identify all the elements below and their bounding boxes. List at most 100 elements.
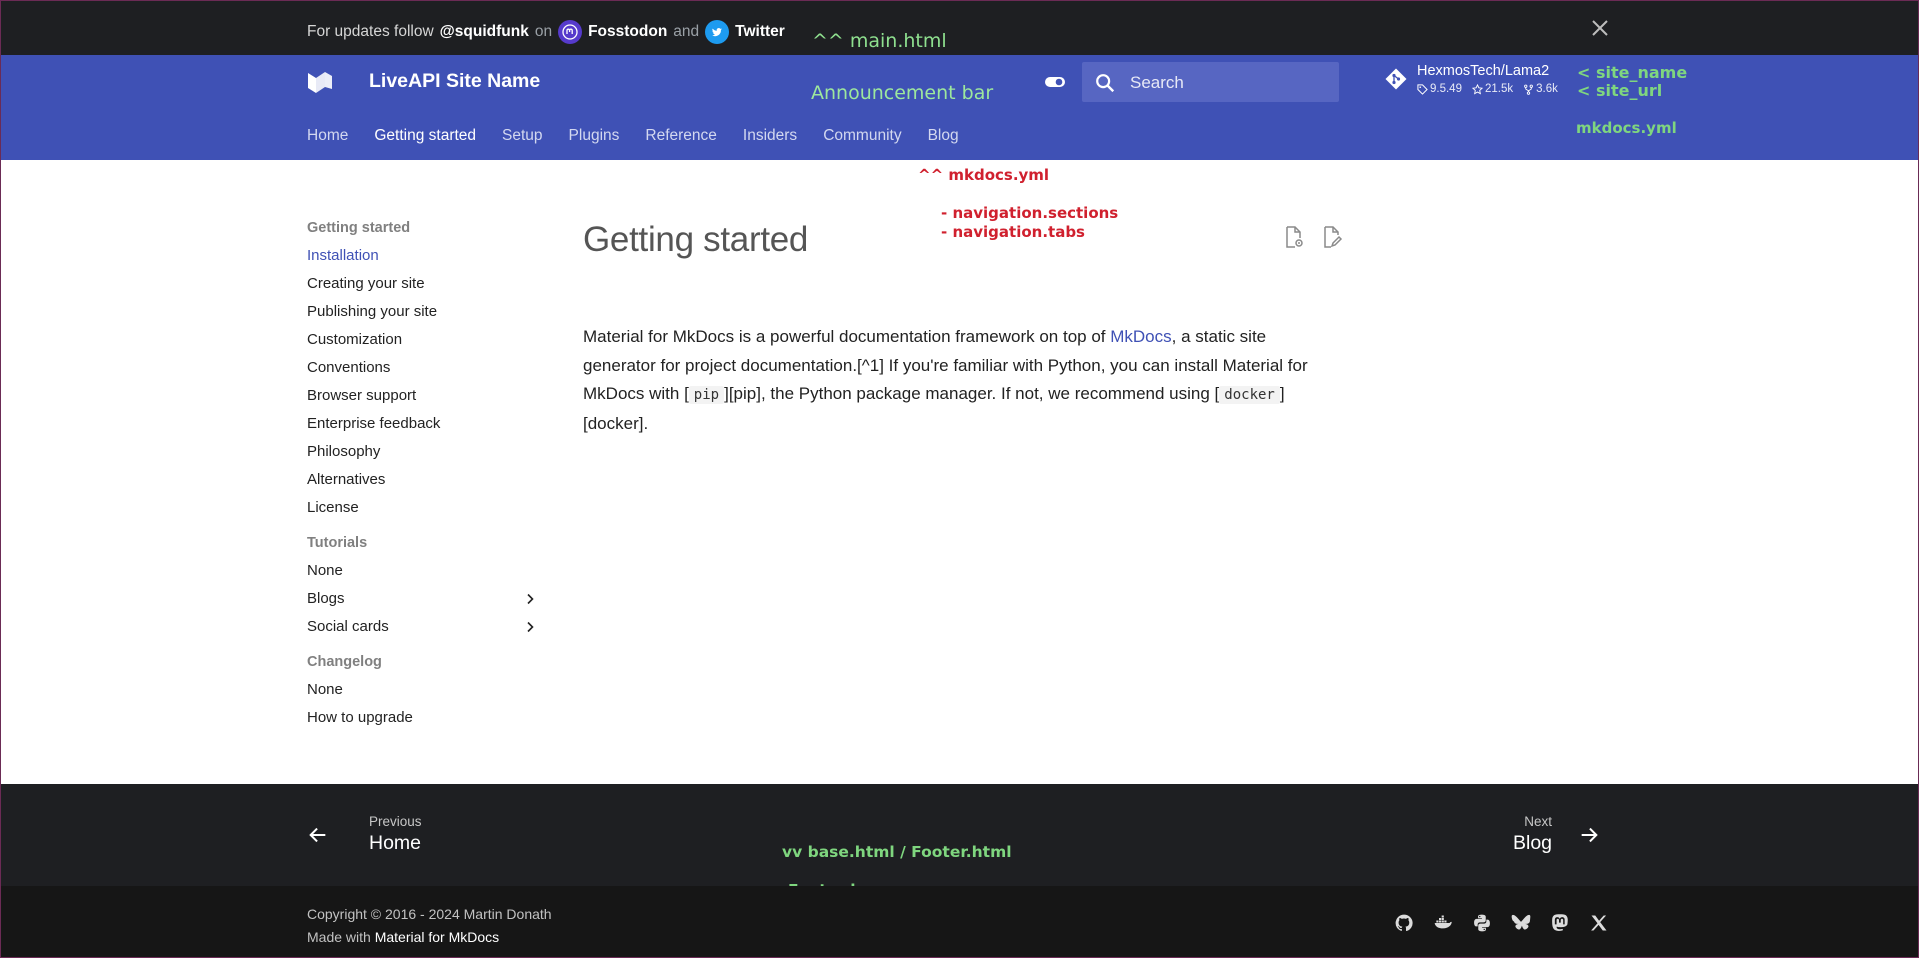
annotation-base-footer: vv base.html / Footer.html bbox=[782, 843, 1012, 861]
tab-blog[interactable]: Blog bbox=[928, 127, 959, 145]
next-caption: Next bbox=[1524, 814, 1553, 829]
tab-plugins[interactable]: Plugins bbox=[569, 127, 620, 145]
twitter-link[interactable]: Twitter bbox=[735, 23, 785, 41]
theme-toggle-icon[interactable] bbox=[1044, 75, 1066, 89]
fosstodon-link[interactable]: Fosstodon bbox=[588, 23, 667, 41]
chevron-right-icon[interactable] bbox=[525, 621, 535, 633]
sidebar-item-changelog-none[interactable]: None bbox=[307, 681, 547, 698]
sidebar-item-label: Customization bbox=[307, 331, 403, 348]
tag-icon bbox=[1417, 83, 1428, 95]
repo-version: 9.5.49 bbox=[1417, 83, 1462, 95]
mastodon-icon bbox=[558, 20, 583, 44]
docker-icon[interactable] bbox=[1433, 913, 1453, 933]
github-icon[interactable] bbox=[1394, 913, 1414, 933]
pip-code: pip bbox=[688, 386, 725, 404]
announcement-and: and bbox=[673, 23, 700, 40]
sidebar-item-how-to-upgrade[interactable]: How to upgrade bbox=[307, 709, 547, 726]
page-actions bbox=[1281, 225, 1343, 249]
twitter-icon bbox=[705, 20, 730, 44]
announcement-bar: For updates follow @squidfunk on Fosstod… bbox=[0, 0, 1919, 55]
tab-community[interactable]: Community bbox=[823, 127, 901, 145]
next-page-link[interactable]: Next Blog bbox=[1513, 814, 1600, 855]
bluesky-icon[interactable] bbox=[1511, 913, 1531, 933]
view-source-icon[interactable] bbox=[1281, 225, 1305, 249]
tab-getting-started[interactable]: Getting started bbox=[374, 127, 476, 145]
annotation-site-url: < site_url bbox=[1577, 81, 1663, 100]
footer-navigation: Previous Home Next Blog vv base.html / F… bbox=[0, 784, 1919, 899]
sidebar-item-creating-your-site[interactable]: Creating your site bbox=[307, 275, 547, 292]
repo-stars: 21.5k bbox=[1471, 83, 1514, 95]
announcement-prefix: For updates follow bbox=[307, 23, 434, 40]
next-title: Blog bbox=[1513, 832, 1553, 854]
sidebar-item-label: Conventions bbox=[307, 359, 391, 376]
social-links bbox=[1394, 913, 1609, 933]
git-icon bbox=[1385, 68, 1407, 90]
chevron-right-icon[interactable] bbox=[525, 593, 535, 605]
intro-paragraph: Material for MkDocs is a powerful docume… bbox=[583, 323, 1343, 438]
tab-insiders[interactable]: Insiders bbox=[743, 127, 797, 145]
page-title: Getting started bbox=[583, 220, 809, 259]
sidebar-section-tutorials[interactable]: Tutorials bbox=[307, 535, 547, 551]
sidebar-item-label: Creating your site bbox=[307, 275, 425, 292]
annotation-site-name: < site_name bbox=[1577, 63, 1688, 82]
sidebar-item-installation[interactable]: Installation bbox=[307, 247, 547, 264]
repo-stars-text: 21.5k bbox=[1484, 83, 1514, 95]
sidebar-item-label: Philosophy bbox=[307, 443, 381, 460]
search-icon bbox=[1096, 74, 1115, 93]
sidebar-section-changelog[interactable]: Changelog bbox=[307, 654, 547, 670]
tab-home[interactable]: Home bbox=[307, 127, 348, 145]
sidebar-item-social-cards[interactable]: Social cards bbox=[307, 618, 547, 635]
arrow-left-icon bbox=[309, 827, 326, 842]
tab-reference[interactable]: Reference bbox=[645, 127, 717, 145]
sidebar-item-customization[interactable]: Customization bbox=[307, 331, 547, 348]
star-icon bbox=[1471, 83, 1483, 95]
main-content: Getting started Material for MkDocs is a… bbox=[583, 210, 1343, 433]
sidebar-item-label: None bbox=[307, 562, 343, 579]
previous-page-link[interactable]: Previous Home bbox=[307, 814, 422, 855]
sidebar-item-conventions[interactable]: Conventions bbox=[307, 359, 547, 376]
made-with-link[interactable]: Material for MkDocs bbox=[375, 929, 499, 945]
sidebar-item-alternatives[interactable]: Alternatives bbox=[307, 471, 547, 488]
made-with: Made with Material for MkDocs bbox=[307, 926, 552, 949]
repo-version-text: 9.5.49 bbox=[1430, 83, 1462, 95]
repo-forks: 3.6k bbox=[1523, 83, 1558, 95]
repo-facts: 9.5.49 21.5k 3.6k bbox=[1417, 83, 1558, 95]
annotation-announcement-bar: Announcement bar bbox=[811, 82, 994, 104]
made-with-text: Made with bbox=[307, 929, 371, 945]
mastodon-icon[interactable] bbox=[1550, 913, 1570, 933]
sidebar-item-philosophy[interactable]: Philosophy bbox=[307, 443, 547, 460]
annotation-mkdocs-yml-right: mkdocs.yml bbox=[1576, 119, 1677, 137]
sidebar-item-label: Browser support bbox=[307, 387, 417, 404]
sidebar-item-label: None bbox=[307, 681, 343, 698]
repo-name: HexmosTech/Lama2 bbox=[1417, 63, 1550, 79]
search-input[interactable]: Search bbox=[1082, 62, 1339, 102]
sidebar-item-label: Enterprise feedback bbox=[307, 415, 441, 432]
mkdocs-link[interactable]: MkDocs bbox=[1110, 327, 1171, 346]
x-icon[interactable] bbox=[1589, 913, 1609, 933]
site-name[interactable]: LiveAPI Site Name bbox=[369, 70, 540, 93]
sidebar-item-blogs[interactable]: Blogs bbox=[307, 590, 547, 607]
previous-title: Home bbox=[369, 832, 422, 854]
sidebar-item-publishing-your-site[interactable]: Publishing your site bbox=[307, 303, 547, 320]
sidebar-item-label: Alternatives bbox=[307, 471, 386, 488]
sidebar-item-tutorials-none[interactable]: None bbox=[307, 562, 547, 579]
announcement-handle[interactable]: @squidfunk bbox=[440, 23, 529, 41]
close-icon[interactable] bbox=[1588, 16, 1612, 40]
nav-tabs: Home Getting started Setup Plugins Refer… bbox=[307, 127, 959, 145]
previous-caption: Previous bbox=[369, 814, 422, 829]
sidebar-item-browser-support[interactable]: Browser support bbox=[307, 387, 547, 404]
sidebar-section-getting-started[interactable]: Getting started bbox=[307, 220, 547, 236]
search-placeholder: Search bbox=[1130, 73, 1184, 92]
sidebar-item-label: Installation bbox=[307, 247, 379, 264]
sidebar-item-enterprise-feedback[interactable]: Enterprise feedback bbox=[307, 415, 547, 432]
python-icon[interactable] bbox=[1472, 913, 1492, 933]
intro-text-3: ][pip], the Python package manager. If n… bbox=[724, 384, 1220, 403]
edit-page-icon[interactable] bbox=[1319, 225, 1343, 249]
logo-icon[interactable] bbox=[306, 69, 334, 95]
tab-setup[interactable]: Setup bbox=[502, 127, 543, 145]
footer-meta: Copyright © 2016 - 2024 Martin Donath Ma… bbox=[0, 886, 1919, 958]
sidebar-item-license[interactable]: License bbox=[307, 499, 547, 516]
copyright-text: Copyright © 2016 - 2024 Martin Donath bbox=[307, 906, 552, 922]
repo-forks-text: 3.6k bbox=[1536, 83, 1558, 95]
copyright: Copyright © 2016 - 2024 Martin Donath Ma… bbox=[307, 903, 552, 949]
